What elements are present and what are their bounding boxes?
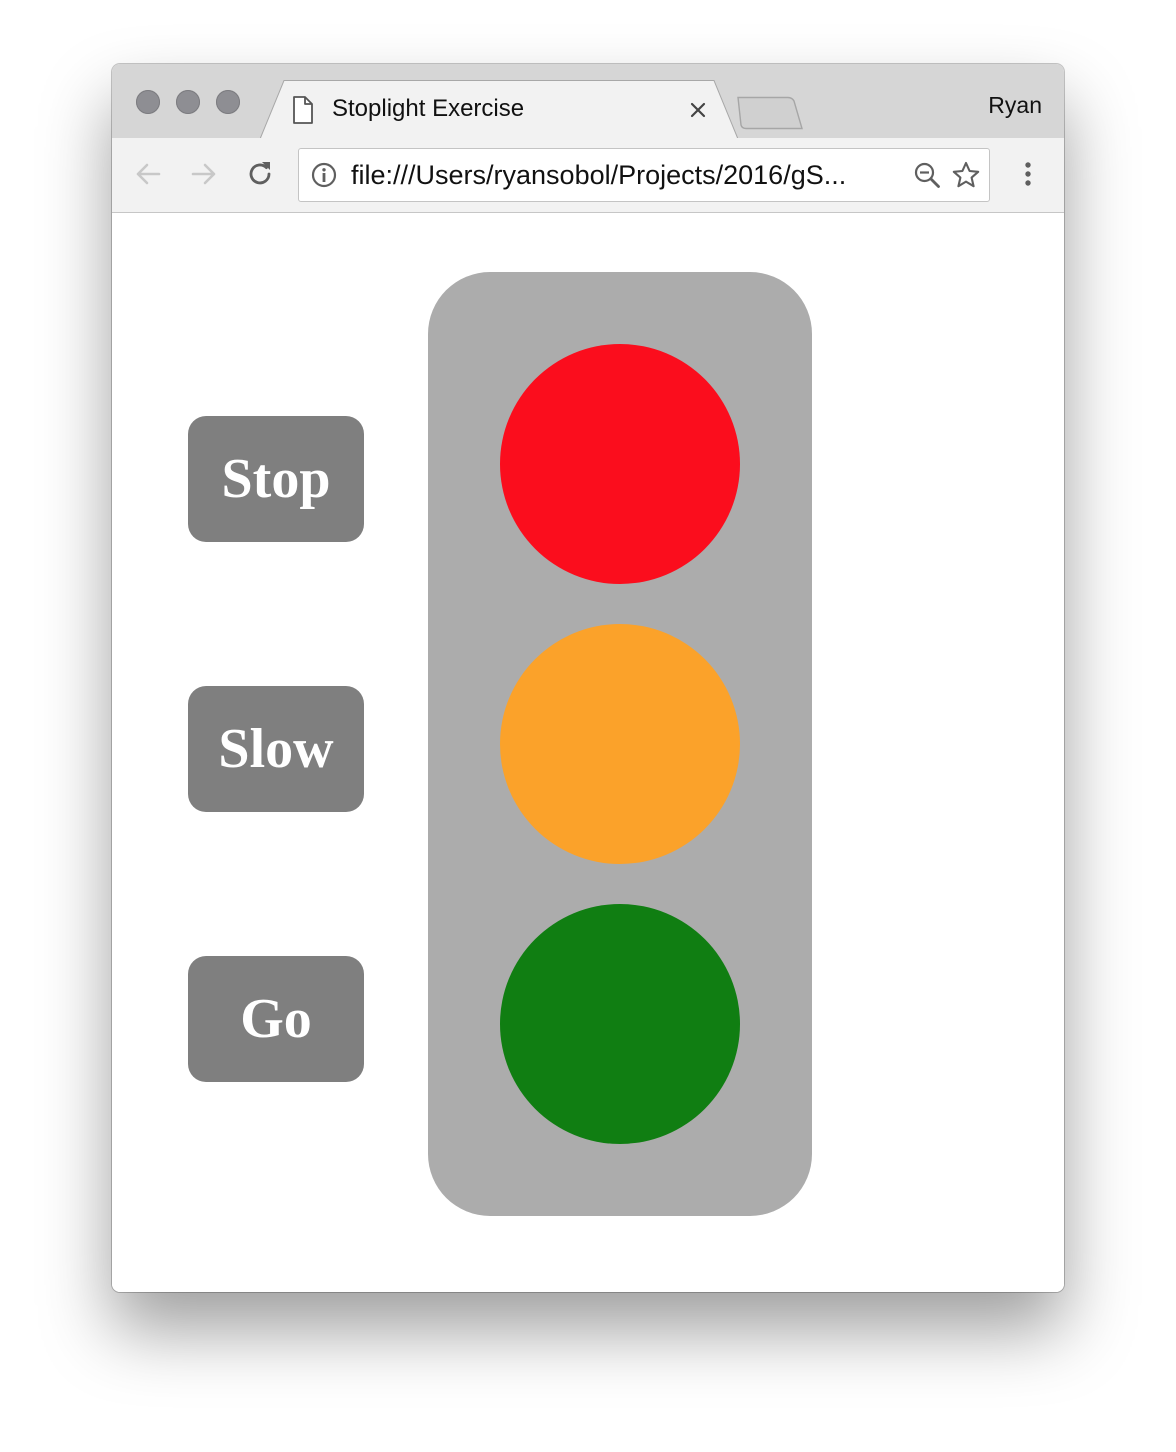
kebab-menu-icon[interactable]	[1012, 158, 1044, 190]
stop-button[interactable]: Stop	[188, 416, 364, 542]
stop-light	[500, 344, 740, 584]
new-tab-button[interactable]	[732, 96, 804, 130]
tab-title: Stoplight Exercise	[332, 95, 525, 122]
bookmark-star-icon[interactable]	[951, 160, 981, 190]
slow-button[interactable]: Slow	[188, 686, 364, 812]
slow-light	[500, 624, 740, 864]
go-light	[500, 904, 740, 1144]
url-text[interactable]: file:///Users/ryansobol/Projects/2016/gS…	[351, 159, 846, 191]
zoom-window-button[interactable]	[216, 90, 240, 114]
tab-strip: Stoplight Exercise Ryan	[112, 64, 1064, 140]
page-content: Stop Slow Go	[112, 213, 1064, 1292]
go-button[interactable]: Go	[188, 956, 364, 1082]
close-window-button[interactable]	[136, 90, 160, 114]
zoom-out-icon[interactable]	[913, 161, 941, 189]
back-arrow-icon[interactable]	[132, 158, 164, 190]
page-icon	[293, 96, 313, 124]
address-bar[interactable]: file:///Users/ryansobol/Projects/2016/gS…	[298, 148, 990, 202]
close-tab-icon[interactable]	[686, 98, 710, 122]
profile-name[interactable]: Ryan	[988, 90, 1042, 120]
browser-toolbar: file:///Users/ryansobol/Projects/2016/gS…	[112, 138, 1064, 213]
info-icon[interactable]	[311, 162, 337, 188]
browser-window: Stoplight Exercise Ryan file:///Users/ry…	[112, 64, 1064, 1292]
minimize-window-button[interactable]	[176, 90, 200, 114]
forward-arrow-icon[interactable]	[188, 158, 220, 190]
stoplight-housing	[428, 272, 812, 1216]
reload-icon[interactable]	[244, 158, 276, 190]
